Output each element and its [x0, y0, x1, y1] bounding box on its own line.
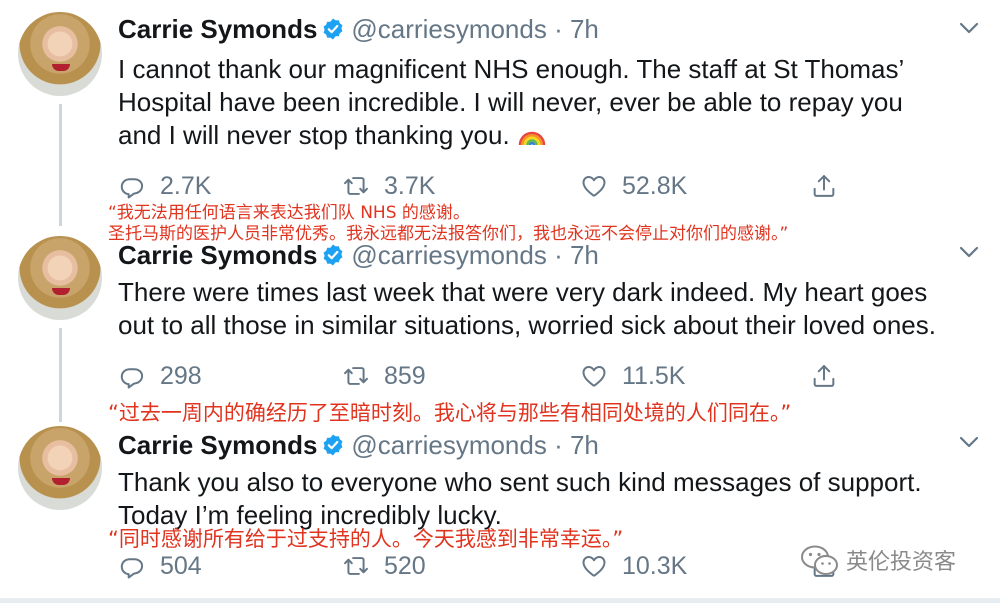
verified-badge-icon	[321, 17, 345, 41]
share-button[interactable]	[810, 168, 838, 204]
like-count: 10.3K	[622, 551, 688, 580]
reply-icon	[118, 552, 146, 580]
wechat-logo-icon	[801, 545, 838, 575]
retweet-count: 520	[384, 551, 426, 580]
tweet-text-line: Hospital have been incredible. I will ne…	[118, 87, 903, 117]
author-name[interactable]: Carrie Symonds	[118, 14, 317, 44]
reply-icon	[118, 362, 146, 390]
retweet-button[interactable]: 520	[342, 548, 426, 584]
retweet-icon	[342, 172, 370, 200]
like-count: 11.5K	[622, 361, 686, 390]
retweet-button[interactable]: 3.7K	[342, 168, 435, 204]
tweet-text-line: and I will never stop thanking you.	[118, 119, 988, 152]
chevron-down-icon[interactable]	[958, 244, 980, 260]
chevron-down-icon[interactable]	[958, 20, 980, 36]
translation-line: “我无法用任何语言来表达我们队 NHS 的感谢。	[108, 203, 470, 223]
timestamp[interactable]: · 7h	[554, 430, 599, 460]
share-button[interactable]	[810, 358, 838, 394]
tweet-actions: 298 859 11.5K	[118, 358, 858, 394]
tweet-actions: 504 520 10.3K	[118, 548, 858, 584]
watermark: 英伦投资客	[800, 540, 956, 580]
retweet-count: 3.7K	[384, 171, 436, 200]
reply-count: 504	[160, 551, 202, 580]
share-icon	[810, 172, 838, 200]
chinese-translation: “同时感谢所有给于过支持的人。今天我感到非常幸运。”	[108, 526, 623, 552]
like-count: 52.8K	[622, 171, 688, 200]
tweet-text-line: I cannot thank our magnificent NHS enoug…	[118, 54, 905, 84]
tweet-text: There were times last week that were ver…	[118, 276, 988, 342]
retweet-count: 859	[384, 361, 426, 390]
reply-button[interactable]: 298	[118, 358, 202, 394]
share-icon	[810, 362, 838, 390]
tweet-text-line: out to all those in similar situations, …	[118, 310, 936, 340]
author-handle[interactable]: @carriesymonds	[351, 240, 546, 270]
like-button[interactable]: 11.5K	[580, 358, 685, 394]
author-name[interactable]: Carrie Symonds	[118, 430, 317, 460]
tweet-actions: 2.7K 3.7K 52.8K	[118, 168, 858, 204]
reply-icon	[118, 172, 146, 200]
tweet-text: Thank you also to everyone who sent such…	[118, 466, 988, 532]
retweet-button[interactable]: 859	[342, 358, 426, 394]
reply-button[interactable]: 2.7K	[118, 168, 211, 204]
reply-count: 2.7K	[160, 171, 212, 200]
timestamp[interactable]: · 7h	[554, 240, 599, 270]
avatar[interactable]	[18, 12, 102, 96]
reply-button[interactable]: 504	[118, 548, 202, 584]
author-handle[interactable]: @carriesymonds	[351, 430, 546, 460]
like-button[interactable]: 10.3K	[580, 548, 687, 584]
verified-badge-icon	[321, 433, 345, 457]
tweet[interactable]: Carrie Symonds @carriesymonds · 7h There …	[0, 228, 1000, 408]
author-handle[interactable]: @carriesymonds	[351, 14, 546, 44]
heart-icon	[580, 362, 608, 390]
watermark-text: 英伦投资客	[846, 550, 957, 575]
author-name[interactable]: Carrie Symonds	[118, 240, 317, 270]
verified-badge-icon	[321, 243, 345, 267]
translation-line: “同时感谢所有给于过支持的人。今天我感到非常幸运。”	[108, 527, 624, 551]
heart-icon	[580, 552, 608, 580]
divider	[0, 598, 1000, 603]
heart-icon	[580, 172, 608, 200]
tweet-text: I cannot thank our magnificent NHS enoug…	[118, 53, 988, 152]
tweet[interactable]: Carrie Symonds @carriesymonds · 7h I cann…	[0, 0, 1000, 225]
reply-count: 298	[160, 361, 202, 390]
avatar[interactable]	[18, 426, 102, 510]
like-button[interactable]: 52.8K	[580, 168, 687, 204]
retweet-icon	[342, 552, 370, 580]
avatar[interactable]	[18, 236, 102, 320]
tweet-text-line: There were times last week that were ver…	[118, 277, 928, 307]
tweet-text-line: Thank you also to everyone who sent such…	[118, 467, 922, 497]
rainbow-emoji-icon	[518, 131, 546, 146]
retweet-icon	[342, 362, 370, 390]
timestamp[interactable]: · 7h	[554, 14, 599, 44]
chevron-down-icon[interactable]	[958, 434, 980, 450]
